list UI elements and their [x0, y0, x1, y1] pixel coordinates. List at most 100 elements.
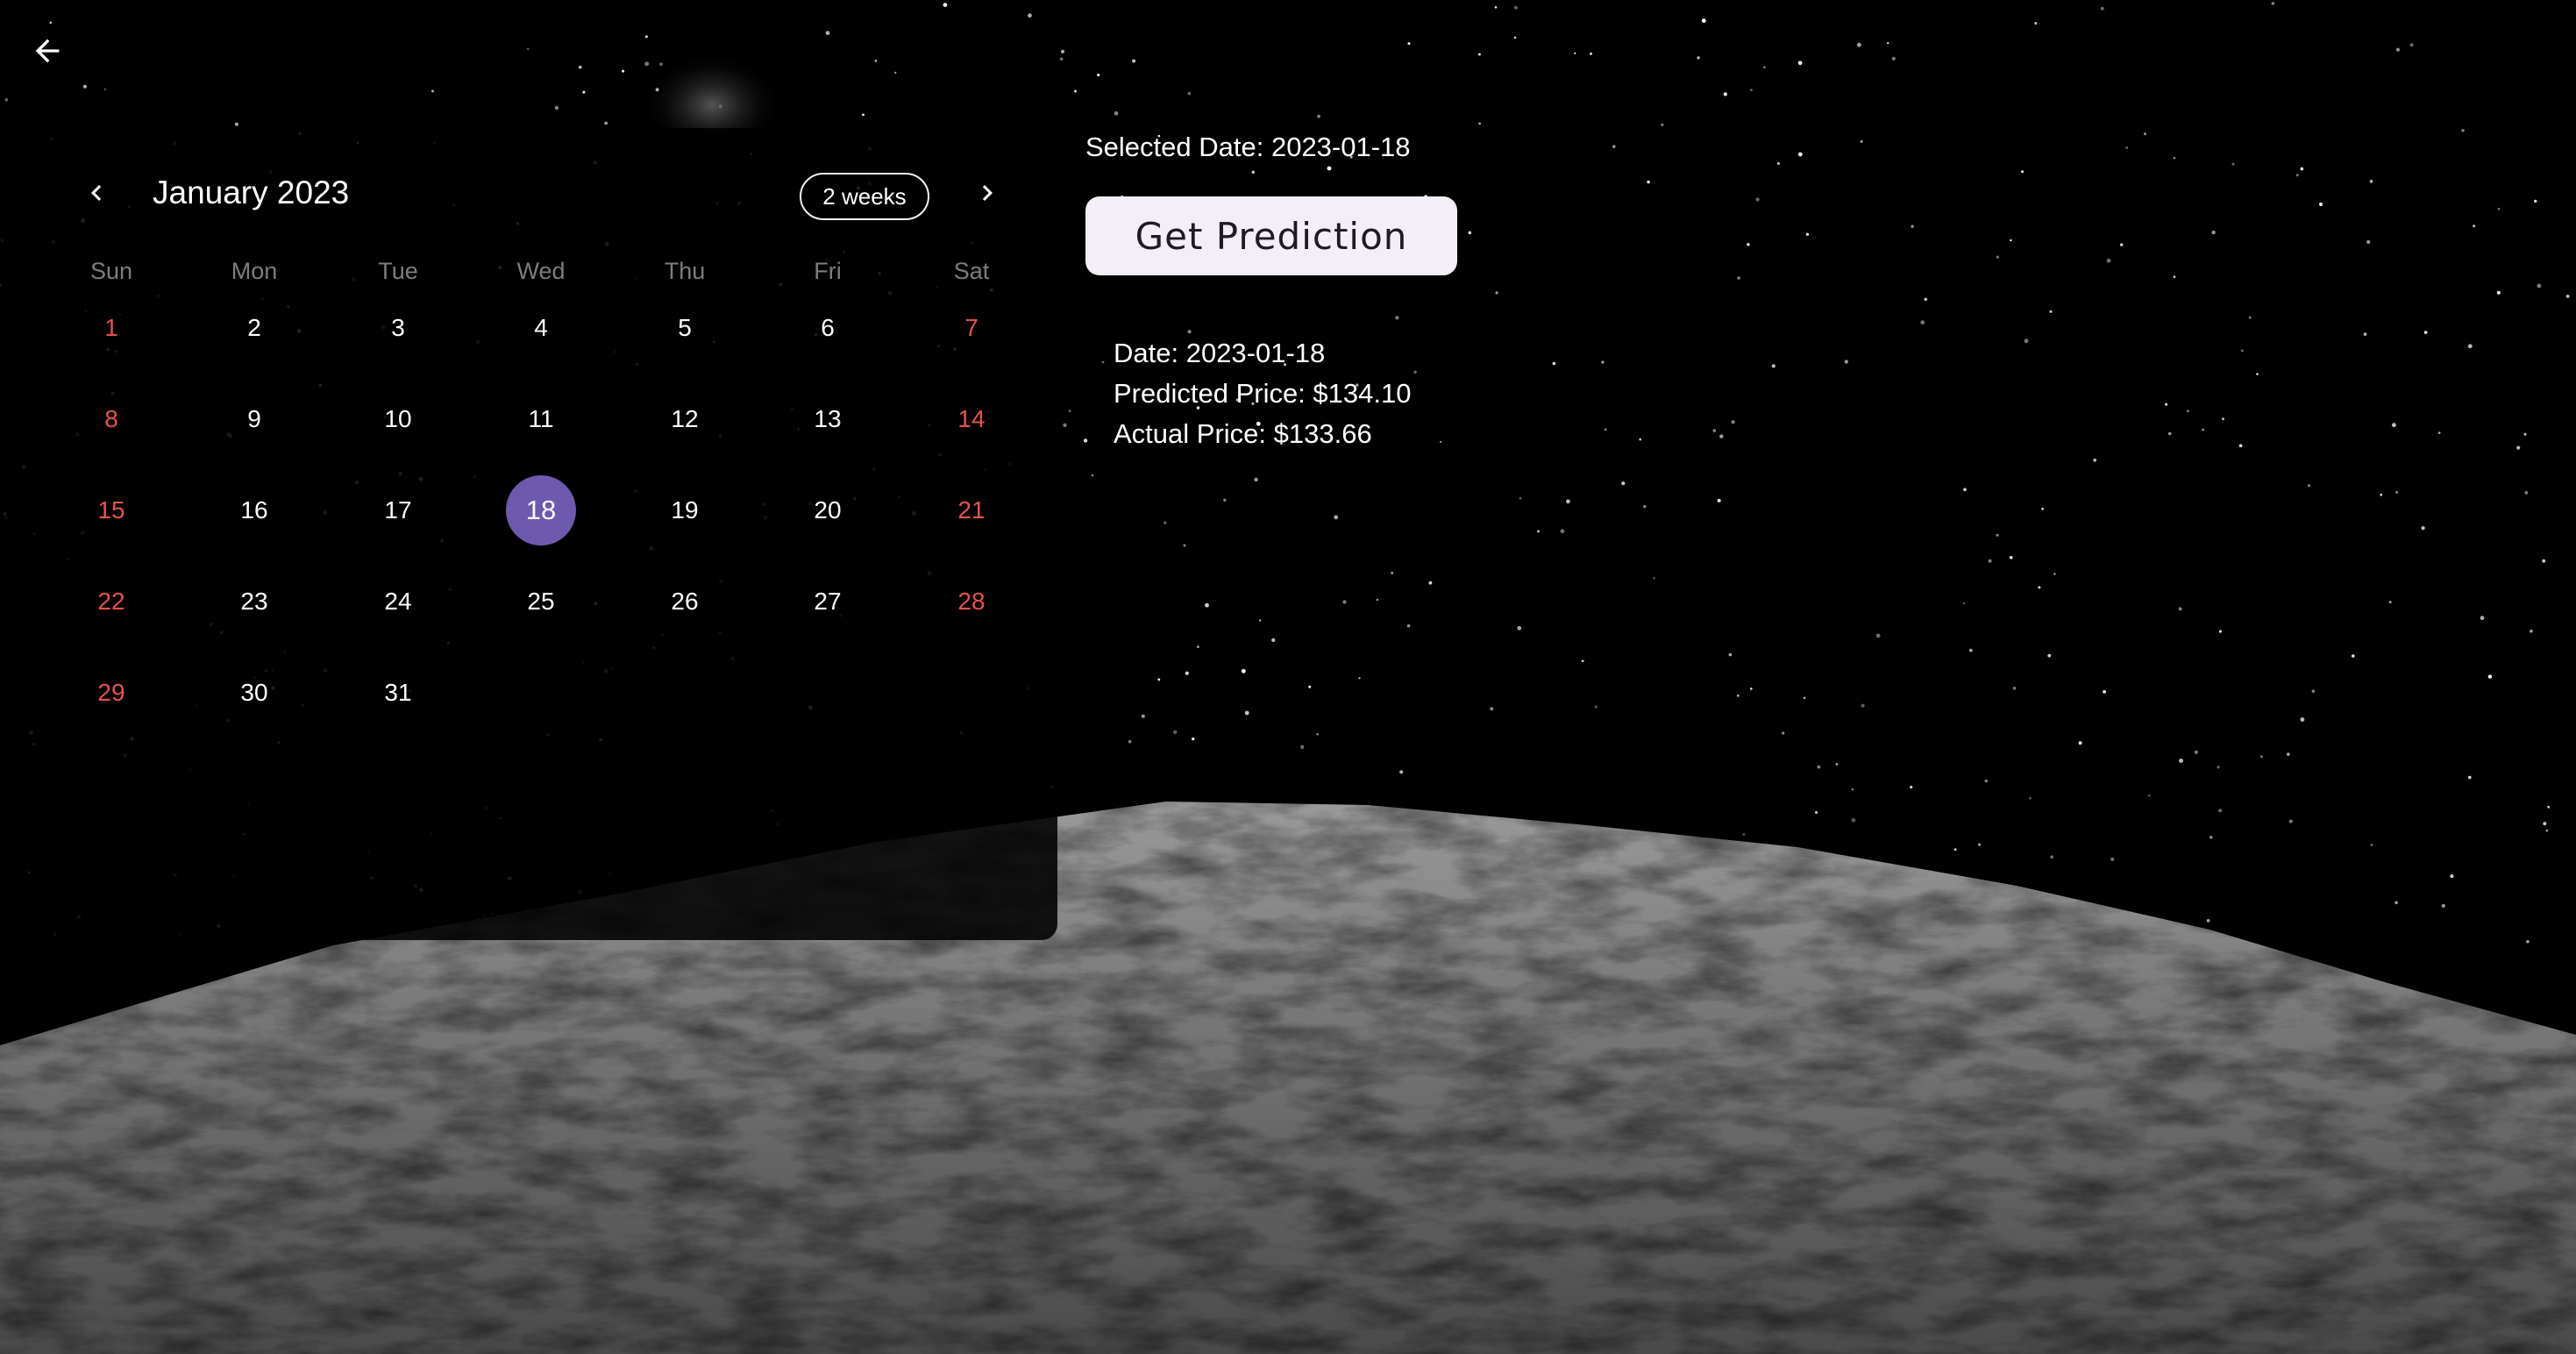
star — [1782, 731, 1785, 735]
result-date: Date: 2023-01-18 — [1114, 338, 1326, 368]
star — [1963, 488, 1967, 492]
star — [1805, 232, 1809, 236]
star — [2100, 6, 2104, 11]
calendar-format-button[interactable]: 2 weeks — [800, 173, 929, 220]
star — [2437, 431, 2441, 434]
star — [2461, 129, 2465, 132]
star — [1639, 438, 1641, 441]
star — [1701, 18, 1706, 23]
star — [2547, 805, 2551, 809]
star — [1988, 559, 1992, 563]
calendar-day[interactable]: 13 — [793, 384, 863, 454]
calendar-day[interactable]: 1 — [76, 293, 146, 363]
star — [604, 121, 608, 125]
calendar-day[interactable]: 2 — [219, 293, 289, 363]
calendar-day[interactable]: 21 — [936, 475, 1007, 545]
star — [2497, 207, 2501, 210]
star — [1723, 92, 1727, 96]
calendar-day[interactable]: 20 — [793, 475, 863, 545]
star — [1141, 714, 1145, 718]
star — [1259, 619, 1262, 622]
calendar-day[interactable]: 23 — [219, 567, 289, 637]
star — [1519, 496, 1522, 500]
calendar-day[interactable]: 8 — [76, 384, 146, 454]
calendar-day[interactable]: 28 — [936, 567, 1007, 637]
selected-date-label: Selected Date: 2023-01-18 — [1085, 132, 1411, 162]
star — [4, 98, 9, 102]
weekday-wed: Wed — [516, 258, 566, 284]
weekday-tue: Tue — [378, 258, 418, 284]
star — [1399, 770, 1404, 774]
star — [1737, 276, 1740, 280]
star — [2395, 901, 2398, 905]
calendar-day[interactable]: 22 — [76, 567, 146, 637]
star — [1407, 42, 1411, 46]
calendar-day[interactable]: 17 — [363, 475, 433, 545]
star — [2467, 344, 2473, 349]
star — [431, 89, 434, 93]
calendar-day[interactable]: 5 — [650, 293, 720, 363]
arrow-left-icon — [35, 39, 60, 63]
calendar-header: January 2023 2 weeks — [0, 128, 1057, 268]
weekday-sat: Sat — [953, 258, 990, 284]
calendar-day[interactable]: 25 — [506, 567, 576, 637]
star — [1996, 533, 1999, 537]
calendar-day[interactable]: 3 — [363, 293, 433, 363]
star — [526, 47, 530, 51]
chevron-right-icon — [982, 185, 993, 201]
star — [1308, 685, 1312, 688]
previous-month-button[interactable] — [77, 174, 116, 212]
star — [1857, 42, 1861, 47]
star — [1750, 688, 1753, 690]
star — [1924, 297, 1928, 302]
star — [1844, 360, 1848, 364]
star — [2423, 331, 2428, 334]
calendar-day[interactable]: 30 — [219, 658, 289, 728]
star — [2363, 332, 2367, 336]
calendar-day[interactable]: 10 — [363, 384, 433, 454]
calendar-day[interactable]: 16 — [219, 475, 289, 545]
weekday-mon: Mon — [231, 258, 278, 284]
star — [1552, 361, 1556, 366]
star — [2179, 759, 2183, 763]
star — [1317, 114, 1320, 118]
star — [2167, 431, 2172, 436]
star — [1251, 170, 1256, 174]
star — [2210, 836, 2213, 839]
star — [2173, 157, 2176, 160]
star — [1803, 696, 1806, 700]
star — [1953, 848, 1957, 851]
calendar-day[interactable]: 12 — [650, 384, 720, 454]
star — [1316, 732, 1319, 736]
calendar-day-selected[interactable]: 18 — [506, 475, 576, 545]
calendar-day[interactable]: 14 — [936, 384, 1007, 454]
star — [2202, 428, 2205, 431]
star — [1187, 91, 1192, 96]
calendar-day[interactable]: 31 — [363, 658, 433, 728]
calendar-day[interactable]: 15 — [76, 475, 146, 545]
get-prediction-button[interactable]: Get Prediction — [1085, 196, 1457, 275]
calendar-day[interactable]: 7 — [936, 293, 1007, 363]
calendar-day[interactable]: 9 — [219, 384, 289, 454]
next-month-button[interactable] — [968, 174, 1007, 212]
star — [2165, 403, 2168, 406]
star — [1797, 152, 1803, 157]
calendar-day[interactable]: 19 — [650, 475, 720, 545]
star — [1060, 49, 1065, 53]
star — [1513, 36, 1517, 39]
calendar-day[interactable]: 6 — [793, 293, 863, 363]
calendar-day[interactable]: 4 — [506, 293, 576, 363]
calendar-day[interactable]: 29 — [76, 658, 146, 728]
star — [2468, 775, 2472, 780]
calendar-day[interactable]: 26 — [650, 567, 720, 637]
star — [2369, 180, 2373, 183]
star — [1490, 707, 1494, 711]
calendar-day[interactable]: 27 — [793, 567, 863, 637]
calendar-day[interactable]: 24 — [363, 567, 433, 637]
star — [1477, 53, 1481, 56]
back-button[interactable] — [19, 23, 75, 79]
star — [1059, 57, 1064, 61]
calendar-day[interactable]: 11 — [506, 384, 576, 454]
star — [2380, 494, 2382, 496]
star — [1358, 677, 1361, 680]
